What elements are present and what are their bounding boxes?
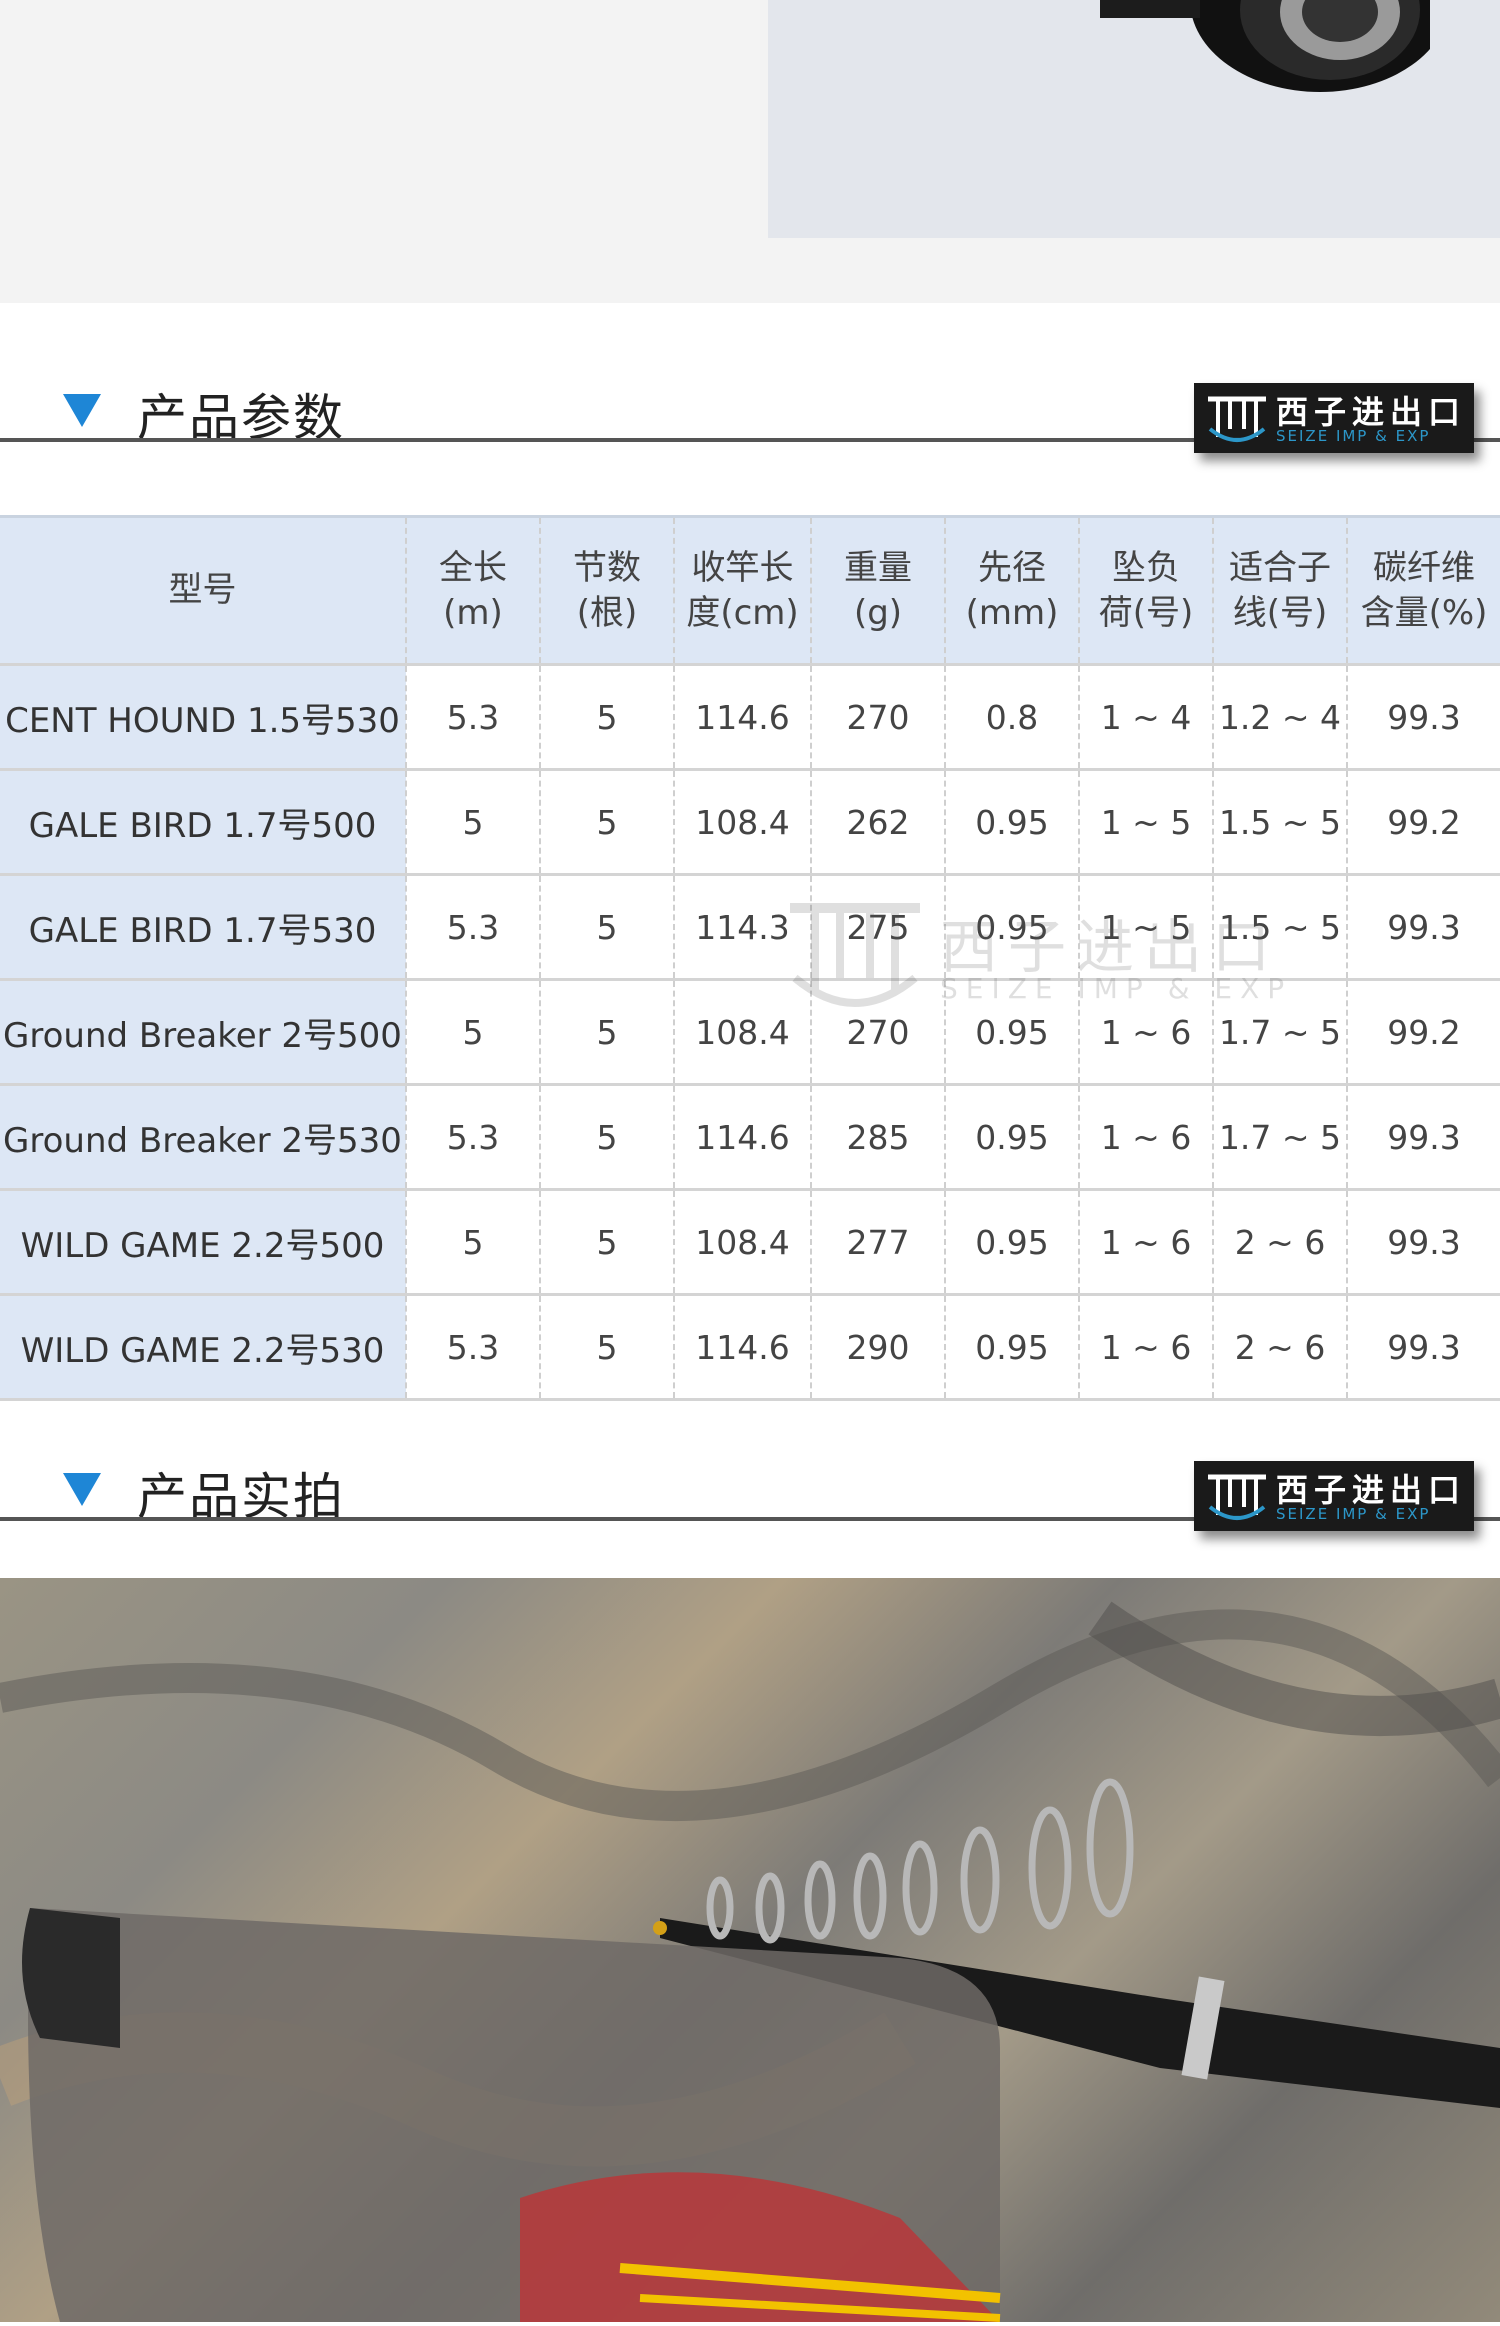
top-product-image	[0, 0, 1500, 303]
table-row: Ground Breaker 2号500 5 5 108.4 270 0.95 1 ~ 61…	[0, 979, 1500, 1086]
table-cell: 0.95	[944, 1189, 1079, 1296]
table-cell: 2 ~ 6	[1212, 1189, 1347, 1296]
table-cell: 5.3	[405, 1294, 540, 1401]
table-cell: 1.5 ~ 5	[1212, 769, 1347, 876]
table-header-cell: 节数 (根)	[539, 515, 674, 666]
table-row: CENT HOUND 1.5号530 5.3 5 114.6 270 0.8 1 ~ 4 1.…	[0, 664, 1500, 771]
table-cell: 108.4	[673, 979, 811, 1086]
model-name-cell: GALE BIRD 1.7号500	[0, 769, 406, 876]
table-header-cell: 先径 (mm)	[944, 515, 1079, 666]
table-cell: 99.2	[1346, 979, 1500, 1086]
table-header-cell: 碳纤维 含量(%)	[1346, 515, 1500, 666]
table-cell: 270	[810, 979, 945, 1086]
table-cell: 285	[810, 1084, 945, 1191]
model-name-cell: WILD GAME 2.2号530	[0, 1294, 406, 1401]
table-cell: 1.5 ~ 5	[1212, 874, 1347, 981]
brand-badge: 西子进出口 SEIZE IMP & EXP	[1194, 383, 1474, 453]
table-header-cell: 坠负 荷(号)	[1078, 515, 1213, 666]
table-cell: 114.6	[673, 664, 811, 771]
table-cell: 275	[810, 874, 945, 981]
model-name-cell: GALE BIRD 1.7号530	[0, 874, 406, 981]
table-cell: 5	[405, 1189, 540, 1296]
table-cell: 5	[539, 1084, 674, 1191]
table-cell: 5	[539, 664, 674, 771]
table-cell: 2 ~ 6	[1212, 1294, 1347, 1401]
table-cell: 1 ~ 6	[1078, 1294, 1213, 1401]
table-cell: 5	[539, 1294, 674, 1401]
table-cell: 99.2	[1346, 769, 1500, 876]
triangle-down-icon	[63, 1473, 101, 1506]
table-cell: 114.6	[673, 1294, 811, 1401]
table-cell: 5	[539, 1189, 674, 1296]
table-row: Ground Breaker 2号530 5.3 5 114.6 285 0.95 1 ~ …	[0, 1084, 1500, 1191]
table-header-cell: 型号	[0, 515, 406, 666]
model-name-cell: Ground Breaker 2号530	[0, 1084, 406, 1191]
seize-logo-icon	[1208, 1474, 1266, 1520]
table-cell: 1 ~ 5	[1078, 769, 1213, 876]
spec-table: 型号 全长 (m) 节数 (根) 收竿长 度(cm) 重量 (g) 先径 (mm) 坠负 荷(号) 适合子…	[0, 515, 1500, 1401]
seize-logo-icon	[1208, 396, 1266, 442]
table-cell: 262	[810, 769, 945, 876]
triangle-down-icon	[63, 394, 101, 427]
table-header-row: 型号 全长 (m) 节数 (根) 收竿长 度(cm) 重量 (g) 先径 (mm) 坠负 荷(号) 适合子…	[0, 515, 1500, 666]
table-cell: 1.7 ~ 5	[1212, 979, 1347, 1086]
table-row: GALE BIRD 1.7号500 5 5 108.4 262 0.95 1 ~ 5 1.5 …	[0, 769, 1500, 876]
table-cell: 1.7 ~ 5	[1212, 1084, 1347, 1191]
table-cell: 1 ~ 6	[1078, 979, 1213, 1086]
table-cell: 1 ~ 6	[1078, 1189, 1213, 1296]
table-cell: 0.95	[944, 1294, 1079, 1401]
table-cell: 0.8	[944, 664, 1079, 771]
table-cell: 0.95	[944, 979, 1079, 1086]
table-cell: 290	[810, 1294, 945, 1401]
table-cell: 5.3	[405, 1084, 540, 1191]
brand-name-en: SEIZE IMP & EXP	[1276, 427, 1431, 445]
table-cell: 270	[810, 664, 945, 771]
table-cell: 114.6	[673, 1084, 811, 1191]
table-cell: 1 ~ 6	[1078, 1084, 1213, 1191]
model-name-cell: CENT HOUND 1.5号530	[0, 664, 406, 771]
table-header-cell: 适合子 线(号)	[1212, 515, 1347, 666]
product-photo	[0, 1578, 1500, 2322]
table-cell: 0.95	[944, 769, 1079, 876]
table-cell: 5	[405, 979, 540, 1086]
table-row: GALE BIRD 1.7号530 5.3 5 114.3 275 0.95 1 ~ 5 1.…	[0, 874, 1500, 981]
table-cell: 5	[539, 769, 674, 876]
table-header-cell: 重量 (g)	[810, 515, 945, 666]
table-cell: 99.3	[1346, 874, 1500, 981]
table-cell: 108.4	[673, 769, 811, 876]
brand-name-en: SEIZE IMP & EXP	[1276, 1505, 1431, 1523]
table-cell: 5	[405, 769, 540, 876]
table-cell: 99.3	[1346, 1189, 1500, 1296]
table-cell: 99.3	[1346, 664, 1500, 771]
table-cell: 114.3	[673, 874, 811, 981]
brand-badge: 西子进出口 SEIZE IMP & EXP	[1194, 1461, 1474, 1531]
table-row: WILD GAME 2.2号530 5.3 5 114.6 290 0.95 1 ~ 62 …	[0, 1294, 1500, 1401]
table-cell: 99.3	[1346, 1294, 1500, 1401]
table-cell: 277	[810, 1189, 945, 1296]
table-cell: 5	[539, 979, 674, 1086]
table-cell: 5.3	[405, 874, 540, 981]
table-cell: 5	[539, 874, 674, 981]
table-header-cell: 全长 (m)	[405, 515, 540, 666]
table-cell: 5.3	[405, 664, 540, 771]
table-cell: 0.95	[944, 874, 1079, 981]
table-cell: 108.4	[673, 1189, 811, 1296]
table-cell: 0.95	[944, 1084, 1079, 1191]
table-cell: 1 ~ 5	[1078, 874, 1213, 981]
table-row: WILD GAME 2.2号500 5 5 108.4 277 0.95 1 ~ 62 ~ …	[0, 1189, 1500, 1296]
fishing-rod-photo	[0, 1601, 1500, 2322]
table-header-cell: 收竿长 度(cm)	[673, 515, 811, 666]
table-cell: 1 ~ 4	[1078, 664, 1213, 771]
table-cell: 1.2 ~ 4	[1212, 664, 1347, 771]
model-name-cell: Ground Breaker 2号500	[0, 979, 406, 1086]
fishing-reel-image	[1100, 0, 1430, 92]
table-cell: 99.3	[1346, 1084, 1500, 1191]
model-name-cell: WILD GAME 2.2号500	[0, 1189, 406, 1296]
